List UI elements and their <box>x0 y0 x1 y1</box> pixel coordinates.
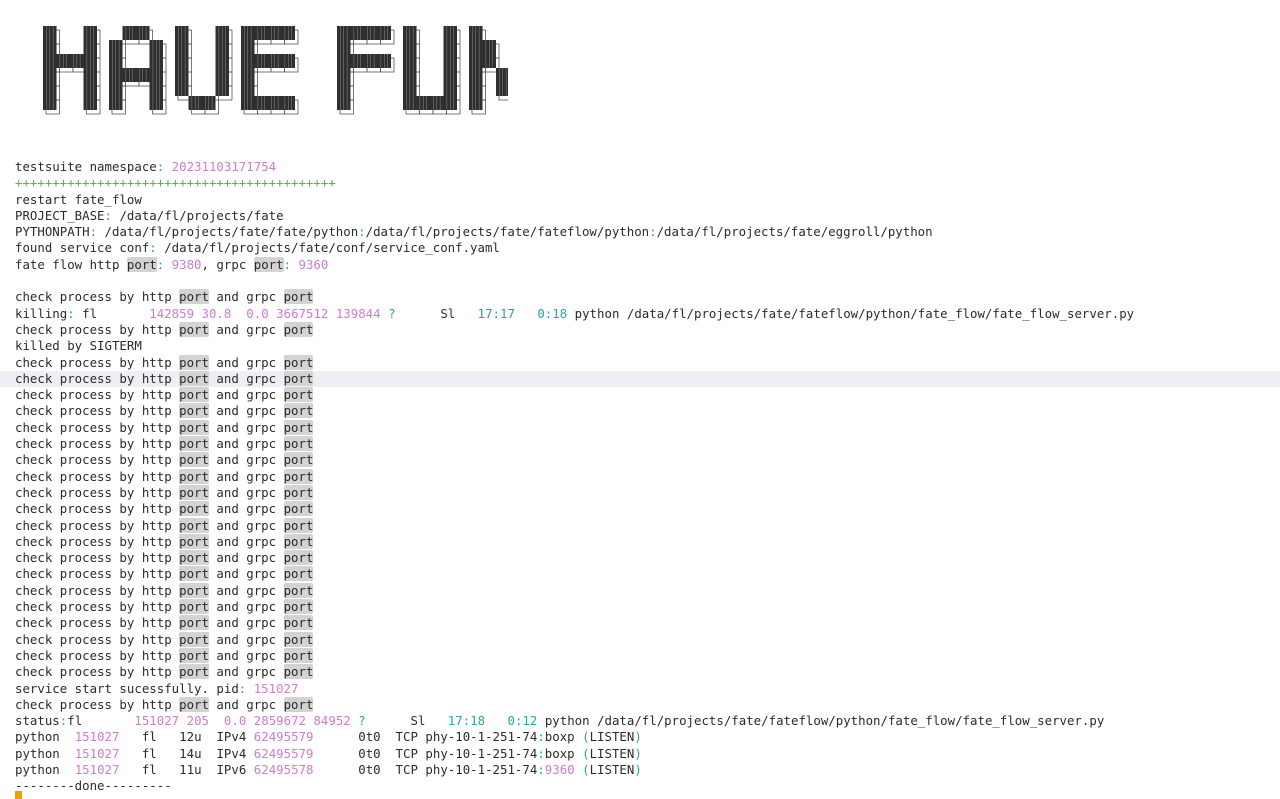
port-highlight: port <box>283 615 314 631</box>
port-highlight: port <box>283 419 314 435</box>
terminal-line-lsof: python 151027 fl 14u IPv4 62495579 0t0 T… <box>15 745 642 761</box>
banner-letter-u <box>403 26 461 115</box>
port-highlight: port <box>179 452 209 468</box>
terminal-line-kv: testsuite namespace: 20231103171754 <box>15 159 277 174</box>
terminal-cursor <box>15 791 22 799</box>
terminal-line-check: check process by http port and grpc port <box>15 582 314 598</box>
banner-letter-f <box>337 26 395 115</box>
port-highlight: port <box>179 501 209 517</box>
port-highlight: port <box>179 517 209 533</box>
port-highlight: port <box>179 615 209 631</box>
terminal-line-ports: fate flow http port: 9380, grpc port: 93… <box>15 256 329 272</box>
port-highlight: port <box>179 387 209 403</box>
terminal-line-pid: service start sucessfully. pid: 151027 <box>15 680 299 696</box>
port-highlight: port <box>283 354 314 370</box>
terminal-output: testsuite namespace: 20231103171754 +++++… <box>0 159 1280 795</box>
terminal-line-pythonpath: PYTHONPATH: /data/fl/projects/fate/fate/… <box>15 224 933 240</box>
port-highlight: port <box>283 631 314 647</box>
banner-letter-v <box>175 26 233 115</box>
terminal-line-check: check process by http port and grpc port <box>15 436 314 452</box>
port-highlight: port <box>283 468 314 484</box>
terminal-line-check: check process by http port and grpc port <box>15 419 314 435</box>
port-highlight: port <box>283 501 314 517</box>
port-highlight: port <box>179 321 209 337</box>
terminal-line-text: killed by SIGTERM <box>15 338 142 354</box>
port-highlight: port <box>179 533 209 549</box>
port-highlight: port <box>283 403 314 419</box>
banner-letter-e <box>241 26 299 115</box>
terminal-line-check: check process by http port and grpc port <box>15 664 314 680</box>
terminal-line-check: check process by http port and grpc port <box>15 387 314 403</box>
terminal-line-lsof: python 151027 fl 12u IPv4 62495579 0t0 T… <box>15 729 642 745</box>
banner-letter-h <box>43 26 101 115</box>
terminal-line-check: check process by http port and grpc port <box>15 289 314 305</box>
ascii-banner <box>38 26 508 122</box>
port-highlight: port <box>179 403 209 419</box>
port-highlight: port <box>283 321 314 337</box>
port-highlight: port <box>179 436 209 452</box>
banner-letter-a <box>109 26 167 115</box>
port-highlight: port <box>283 533 314 549</box>
port-highlight: port <box>179 582 209 598</box>
terminal-line-ps: killing: fl 142859 30.8 0.0 3667512 1398… <box>15 305 1135 321</box>
port-highlight: port <box>283 517 314 533</box>
port-highlight: port <box>179 289 209 305</box>
port-highlight: port <box>253 256 284 272</box>
port-highlight: port <box>179 664 209 680</box>
terminal-line-check: check process by http port and grpc port <box>0 370 1280 388</box>
port-highlight: port <box>283 566 314 582</box>
terminal-line-check: check process by http port and grpc port <box>15 484 314 500</box>
terminal-line-text: restart fate_flow <box>15 191 142 207</box>
port-highlight: port <box>283 289 314 305</box>
terminal-line-check: check process by http port and grpc port <box>15 647 314 663</box>
port-highlight: port <box>283 370 314 386</box>
terminal-line-check: check process by http port and grpc port <box>15 615 314 631</box>
terminal-line-check: check process by http port and grpc port <box>15 517 314 533</box>
port-highlight: port <box>179 354 209 370</box>
port-highlight: port <box>283 484 314 500</box>
terminal-line-check: check process by http port and grpc port <box>15 696 314 712</box>
port-highlight: port <box>179 599 209 615</box>
terminal-line-check: check process by http port and grpc port <box>15 501 314 517</box>
terminal-line-check: check process by http port and grpc port <box>15 403 314 419</box>
port-highlight: port <box>283 696 314 712</box>
terminal-line-plus: ++++++++++++++++++++++++++++++++++++++++… <box>15 175 336 191</box>
terminal-line-done: --------done--------- <box>15 778 172 794</box>
port-highlight: port <box>283 436 314 452</box>
port-highlight: port <box>179 550 209 566</box>
port-highlight: port <box>283 550 314 566</box>
port-highlight: port <box>283 452 314 468</box>
port-highlight: port <box>179 468 209 484</box>
port-highlight: port <box>179 419 209 435</box>
port-highlight: port <box>283 599 314 615</box>
port-highlight: port <box>283 582 314 598</box>
terminal-line-kv: found service conf: /data/fl/projects/fa… <box>15 240 500 256</box>
terminal-line-check: check process by http port and grpc port <box>15 321 314 337</box>
banner-letter-n <box>469 26 508 115</box>
terminal-line-check: check process by http port and grpc port <box>15 599 314 615</box>
port-highlight: port <box>179 484 209 500</box>
port-highlight: port <box>283 387 314 403</box>
terminal-line-check: check process by http port and grpc port <box>15 468 314 484</box>
terminal-line-lsof: python 151027 fl 11u IPv6 62495578 0t0 T… <box>15 761 642 777</box>
terminal-line-check: check process by http port and grpc port <box>15 550 314 566</box>
port-highlight: port <box>179 370 209 386</box>
port-highlight: port <box>179 631 209 647</box>
terminal-line-ps: status:fl 151027 205 0.0 2859672 84952 ?… <box>15 713 1105 729</box>
terminal-line-check: check process by http port and grpc port <box>15 533 314 549</box>
port-highlight: port <box>283 647 314 663</box>
port-highlight: port <box>179 696 209 712</box>
terminal-line-check: check process by http port and grpc port <box>15 354 314 370</box>
port-highlight: port <box>126 256 157 272</box>
terminal-line-check: check process by http port and grpc port <box>15 452 314 468</box>
terminal-line-check: check process by http port and grpc port <box>15 566 314 582</box>
terminal-window[interactable]: testsuite namespace: 20231103171754 +++++… <box>0 0 1280 799</box>
port-highlight: port <box>283 664 314 680</box>
port-highlight: port <box>179 566 209 582</box>
terminal-line-check: check process by http port and grpc port <box>15 631 314 647</box>
terminal-line-kv: PROJECT_BASE: /data/fl/projects/fate <box>15 207 284 223</box>
port-highlight: port <box>179 647 209 663</box>
